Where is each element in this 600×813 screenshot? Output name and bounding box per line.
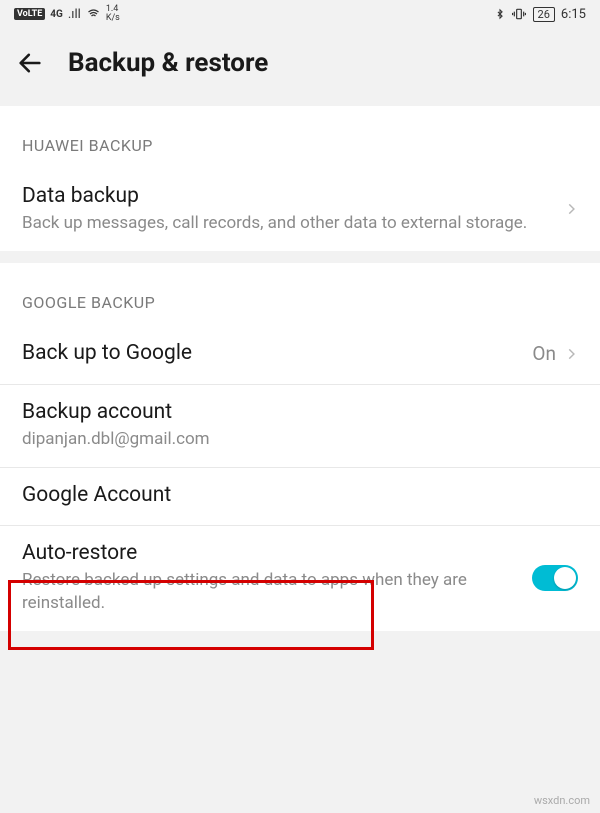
- app-bar: Backup & restore: [0, 28, 600, 106]
- chevron-right-icon: [564, 343, 578, 365]
- backup-account-title: Backup account: [22, 399, 578, 426]
- auto-restore-toggle[interactable]: [532, 565, 578, 591]
- google-account-title: Google Account: [22, 482, 578, 509]
- section-huawei-backup: HUAWEI BACKUP Data backup Back up messag…: [0, 106, 600, 251]
- item-google-account[interactable]: Google Account: [0, 468, 600, 526]
- auto-restore-title: Auto-restore: [22, 540, 532, 567]
- volte-badge: VoLTE: [14, 8, 45, 20]
- backup-account-email: dipanjan.dbl@gmail.com: [22, 428, 578, 451]
- wifi-icon: [86, 8, 101, 20]
- section-google-backup: GOOGLE BACKUP Back up to Google On Backu…: [0, 263, 600, 631]
- bluetooth-icon: [495, 7, 505, 21]
- status-left: VoLTE 4G .ıll 1.4K/s: [14, 5, 120, 23]
- vibrate-icon: [511, 7, 527, 21]
- battery-indicator: 26: [533, 7, 555, 22]
- status-bar: VoLTE 4G .ıll 1.4K/s 26 6:15: [0, 0, 600, 28]
- network-speed: 1.4K/s: [106, 5, 120, 23]
- auto-restore-subtitle: Restore backed up settings and data to a…: [22, 569, 532, 615]
- signal-icon: .ıll: [68, 7, 81, 22]
- watermark: wsxdn.com: [534, 794, 590, 807]
- back-up-google-value: On: [532, 342, 556, 365]
- back-icon[interactable]: [16, 49, 44, 77]
- network-type: 4G: [50, 9, 63, 20]
- item-backup-account[interactable]: Backup account dipanjan.dbl@gmail.com: [0, 385, 600, 468]
- item-data-backup[interactable]: Data backup Back up messages, call recor…: [0, 169, 600, 251]
- page-title: Backup & restore: [68, 48, 268, 78]
- section-header-google: GOOGLE BACKUP: [0, 263, 600, 326]
- data-backup-subtitle: Back up messages, call records, and othe…: [22, 212, 564, 235]
- status-right: 26 6:15: [495, 7, 586, 22]
- back-up-google-title: Back up to Google: [22, 340, 532, 367]
- clock: 6:15: [561, 7, 586, 22]
- data-backup-title: Data backup: [22, 183, 564, 210]
- chevron-right-icon: [564, 198, 578, 220]
- section-header-huawei: HUAWEI BACKUP: [0, 106, 600, 169]
- item-back-up-to-google[interactable]: Back up to Google On: [0, 326, 600, 384]
- item-auto-restore[interactable]: Auto-restore Restore backed up settings …: [0, 526, 600, 631]
